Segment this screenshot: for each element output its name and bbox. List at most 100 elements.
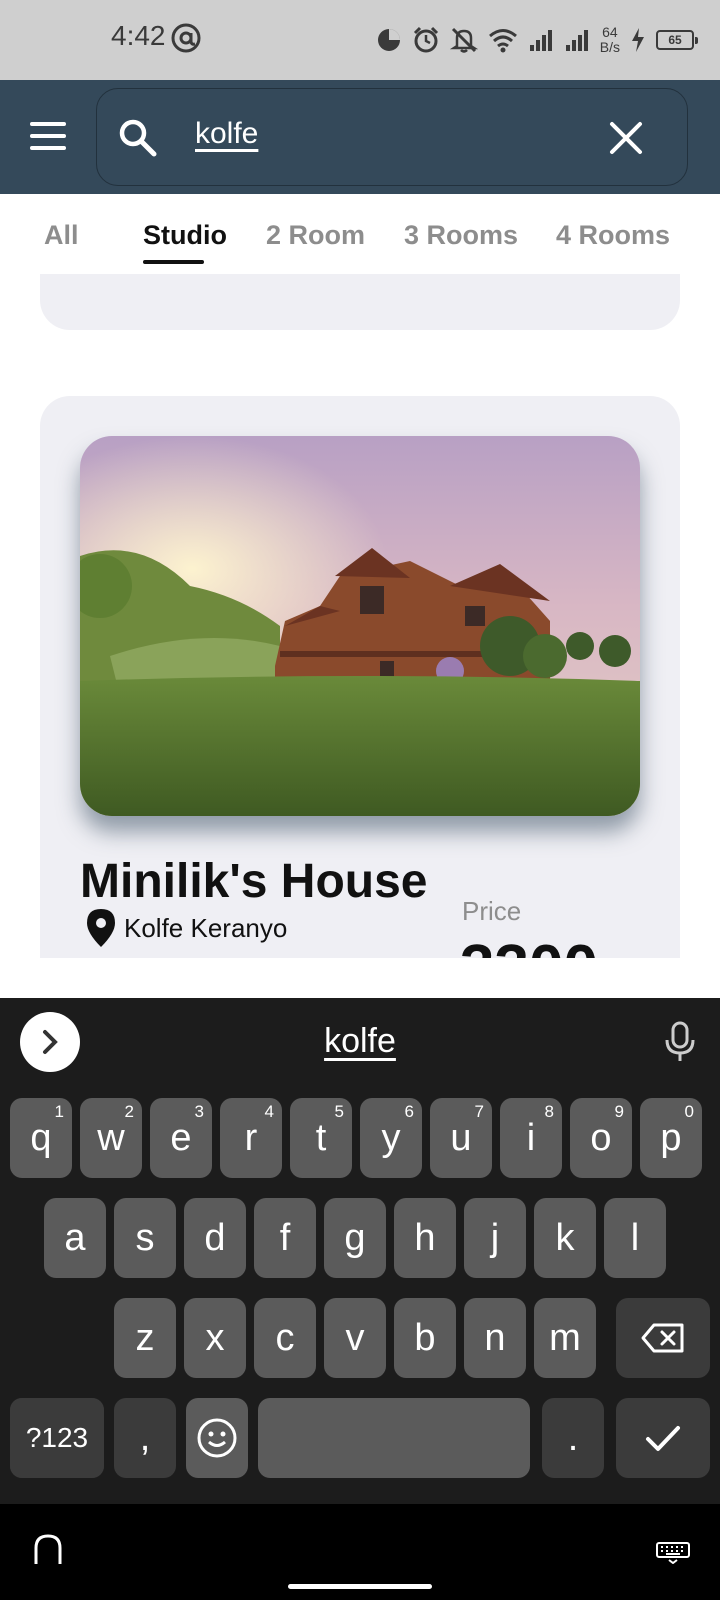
- listing-location: Kolfe Keranyo: [86, 908, 287, 948]
- signal-icon: [529, 30, 552, 51]
- menu-icon-line: [30, 146, 66, 150]
- key-b[interactable]: b: [394, 1298, 456, 1378]
- key-hint: 4: [264, 1102, 274, 1121]
- symbols-key[interactable]: ?123: [10, 1398, 104, 1478]
- key-a[interactable]: a: [44, 1198, 106, 1278]
- emoji-key[interactable]: [186, 1398, 248, 1478]
- room-filter-tabs: All Studio 2 Room 3 Rooms 4 Rooms: [0, 194, 720, 274]
- wifi-icon: [488, 29, 517, 53]
- key-hint: 9: [614, 1102, 624, 1121]
- space-key[interactable]: [258, 1398, 530, 1478]
- key-hint: 3: [194, 1102, 204, 1121]
- key-label: l: [630, 1216, 640, 1259]
- key-label: z: [135, 1316, 155, 1359]
- key-m[interactable]: m: [534, 1298, 596, 1378]
- key-x[interactable]: x: [184, 1298, 246, 1378]
- backspace-key[interactable]: [616, 1298, 710, 1378]
- signal-icon: [565, 30, 588, 51]
- period-key[interactable]: .: [542, 1398, 604, 1478]
- key-label: b: [414, 1316, 436, 1359]
- key-q[interactable]: q1: [10, 1098, 72, 1178]
- price-label: Price: [462, 896, 522, 926]
- key-label: p: [660, 1116, 682, 1159]
- word-suggestion[interactable]: kolfe: [324, 1022, 396, 1060]
- app-bar: kolfe: [0, 80, 720, 194]
- key-d[interactable]: d: [184, 1198, 246, 1278]
- previous-listing-card[interactable]: [40, 274, 680, 330]
- key-label: o: [590, 1116, 612, 1159]
- tab-4-rooms[interactable]: 4 Rooms: [556, 220, 670, 251]
- tab-2-room[interactable]: 2 Room: [266, 220, 365, 251]
- listing-photo: [80, 436, 640, 816]
- key-k[interactable]: k: [534, 1198, 596, 1278]
- key-e[interactable]: e3: [150, 1098, 212, 1178]
- key-hint: 2: [124, 1102, 134, 1121]
- tab-3-rooms[interactable]: 3 Rooms: [404, 220, 518, 251]
- location-pin-icon: [87, 909, 115, 947]
- location-text: Kolfe Keranyo: [124, 912, 288, 943]
- key-label: t: [315, 1116, 327, 1159]
- mute-icon: [449, 27, 478, 53]
- toolbar-expand-button[interactable]: [20, 1012, 80, 1072]
- key-h[interactable]: h: [394, 1198, 456, 1278]
- tab-all[interactable]: All: [44, 220, 79, 251]
- key-label: i: [526, 1116, 536, 1159]
- key-label: r: [244, 1116, 258, 1159]
- key-r[interactable]: r4: [220, 1098, 282, 1178]
- key-hint: 0: [684, 1102, 694, 1121]
- battery-icon: 65: [656, 30, 698, 50]
- comma-key[interactable]: ,: [114, 1398, 176, 1478]
- key-o[interactable]: o9: [570, 1098, 632, 1178]
- key-label: f: [279, 1216, 291, 1259]
- word-suggestion-wrap: kolfe: [0, 1022, 720, 1061]
- key-label: m: [549, 1316, 581, 1359]
- key-label: v: [345, 1316, 365, 1359]
- listing-card[interactable]: Minilik's House Kolfe Keranyo Price 3300: [40, 396, 680, 958]
- key-label: x: [205, 1316, 225, 1359]
- home-gesture-pill[interactable]: [288, 1584, 432, 1589]
- microphone-icon[interactable]: [660, 1020, 700, 1064]
- key-hint: 7: [474, 1102, 484, 1121]
- menu-icon-line: [30, 134, 66, 138]
- key-p[interactable]: p0: [640, 1098, 702, 1178]
- key-v[interactable]: v: [324, 1298, 386, 1378]
- key-label: d: [204, 1216, 226, 1259]
- search-input[interactable]: kolfe: [195, 117, 258, 151]
- key-label: c: [275, 1316, 295, 1359]
- key-l[interactable]: l: [604, 1198, 666, 1278]
- key-label: a: [64, 1216, 86, 1259]
- key-y[interactable]: y6: [360, 1098, 422, 1178]
- charging-icon: [632, 28, 644, 52]
- key-hint: 5: [334, 1102, 344, 1121]
- key-t[interactable]: t5: [290, 1098, 352, 1178]
- key-label: e: [170, 1116, 192, 1159]
- checkmark-icon: [646, 1426, 680, 1451]
- key-i[interactable]: i8: [500, 1098, 562, 1178]
- key-c[interactable]: c: [254, 1298, 316, 1378]
- listing-title: Minilik's House: [80, 855, 428, 908]
- done-key[interactable]: [616, 1398, 710, 1478]
- key-label: w: [97, 1116, 125, 1159]
- key-w[interactable]: w2: [80, 1098, 142, 1178]
- key-label: n: [484, 1316, 506, 1359]
- key-hint: 1: [54, 1102, 64, 1121]
- key-label: y: [381, 1116, 401, 1159]
- menu-button[interactable]: [28, 120, 68, 156]
- tab-studio[interactable]: Studio: [143, 220, 227, 251]
- listing-list[interactable]: Minilik's House Kolfe Keranyo Price 3300: [0, 274, 720, 958]
- backspace-icon: [641, 1323, 684, 1353]
- key-j[interactable]: j: [464, 1198, 526, 1278]
- key-label: j: [490, 1216, 500, 1259]
- key-f[interactable]: f: [254, 1198, 316, 1278]
- search-box[interactable]: kolfe: [96, 88, 688, 186]
- key-s[interactable]: s: [114, 1198, 176, 1278]
- soft-keyboard: kolfe ?123 , . q 1 w 2 e 3 r 4 t 5 y 6 u…: [0, 998, 720, 1504]
- clear-search-icon[interactable]: [607, 119, 645, 157]
- key-g[interactable]: g: [324, 1198, 386, 1278]
- key-n[interactable]: n: [464, 1298, 526, 1378]
- key-z[interactable]: z: [114, 1298, 176, 1378]
- at-sign-icon: [171, 23, 201, 53]
- key-u[interactable]: u7: [430, 1098, 492, 1178]
- keyboard-switch-icon[interactable]: [30, 1532, 66, 1568]
- keyboard-hide-icon[interactable]: [656, 1542, 690, 1564]
